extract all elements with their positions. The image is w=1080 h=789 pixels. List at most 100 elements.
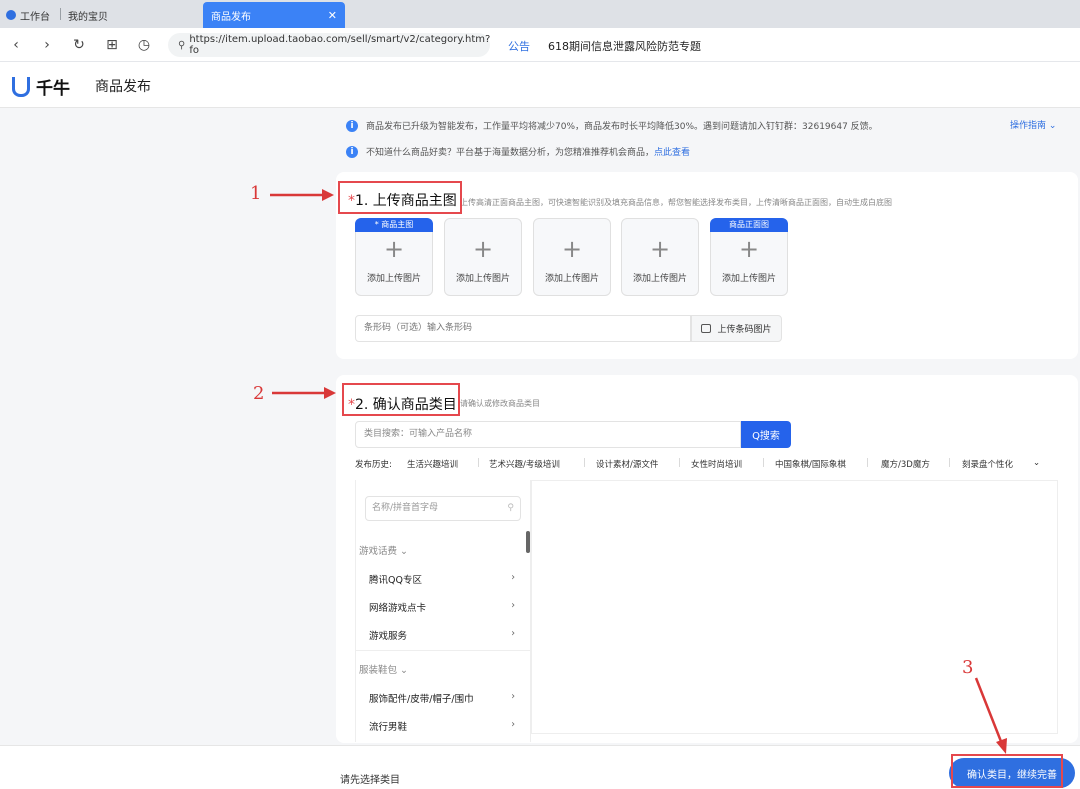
workbench-icon: [6, 10, 16, 20]
upgrade-notice-text: 商品发布已升级为智能发布，工作量平均将减少70%，商品发布时长平均降低30%。遇…: [366, 122, 878, 132]
scrollbar[interactable]: [526, 531, 530, 553]
history-divider: |: [583, 458, 586, 468]
main-image-slot[interactable]: * 商品主图 + 添加上传图片: [355, 218, 433, 296]
plus-icon: +: [561, 235, 583, 263]
category-item[interactable]: 腾讯QQ专区 ›: [369, 572, 519, 586]
browser-nav-bar: ‹ › ↻ ⊞ ◷ ⚲ https://item.upload.taobao.c…: [0, 28, 1080, 62]
group-name: 服装鞋包: [359, 665, 398, 676]
barcode-input[interactable]: 条形码（可选）输入条形码: [355, 315, 691, 342]
slot-tag: * 商品主图: [355, 218, 433, 232]
highlight-box: [951, 754, 1063, 788]
category-filter-input[interactable]: 名称/拼音首字母 ⚲: [365, 496, 521, 521]
slot-label: 添加上传图片: [721, 274, 776, 284]
logo-text: 千牛: [36, 79, 70, 99]
history-divider: |: [948, 458, 951, 468]
history-item[interactable]: 女性时尚培训: [691, 458, 742, 470]
chevron-right-icon: ›: [511, 572, 515, 583]
category-item-label: 服饰配件/皮带/帽子/围巾: [369, 694, 474, 705]
image-icon: [701, 324, 712, 333]
arrow-right-icon: [270, 189, 334, 201]
image-slot[interactable]: + 添加上传图片: [444, 218, 522, 296]
chevron-right-icon: ›: [511, 719, 515, 730]
chevron-down-icon[interactable]: ⌄: [1033, 458, 1040, 468]
category-search-input[interactable]: 类目搜索：可输入产品名称: [355, 421, 741, 448]
group-name: 游戏话费: [359, 546, 398, 557]
page-title: 商品发布: [95, 79, 151, 95]
highlight-box: [338, 181, 462, 214]
history-item[interactable]: 艺术兴趣/考级培训: [489, 458, 560, 470]
search-icon: ⚲: [507, 503, 514, 513]
address-bar[interactable]: ⚲ https://item.upload.taobao.com/sell/sm…: [168, 33, 490, 57]
history-divider: |: [678, 458, 681, 468]
filter-placeholder: 名称/拼音首字母: [372, 503, 439, 513]
chevron-right-icon: ›: [511, 628, 515, 639]
notice-topic[interactable]: 618期间信息泄露风险防范专题: [548, 38, 701, 54]
qianniu-logo[interactable]: 千牛: [12, 74, 70, 99]
highlight-box: [342, 383, 460, 416]
url-text: https://item.upload.taobao.com/sell/smar…: [189, 34, 491, 56]
view-link[interactable]: 点此查看: [654, 145, 690, 158]
step-number: 3: [962, 657, 974, 678]
info-icon: i: [346, 119, 358, 132]
category-item[interactable]: 网络游戏点卡 ›: [369, 600, 519, 614]
history-divider: |: [762, 458, 765, 468]
plus-icon: +: [383, 235, 405, 263]
category-item-label: 流行男鞋: [369, 722, 408, 733]
history-item[interactable]: 中国象棋/国际象棋: [775, 458, 846, 470]
info-icon: i: [346, 145, 358, 158]
category-item[interactable]: 流行男鞋 ›: [369, 719, 519, 733]
category-group-header[interactable]: 服装鞋包 ⌄: [359, 662, 408, 676]
guide-label: 操作指南: [1010, 121, 1047, 131]
step-number: 2: [253, 383, 265, 404]
logo-icon: [12, 76, 30, 97]
history-icon[interactable]: ◷: [135, 36, 153, 54]
tab-divider: [60, 8, 61, 20]
slot-label: 添加上传图片: [455, 274, 510, 284]
chevron-down-icon: ⌄: [400, 665, 409, 676]
notice-link[interactable]: 公告: [508, 38, 530, 54]
history-item[interactable]: 设计素材/源文件: [596, 458, 658, 470]
upload-barcode-label: 上传条码图片: [717, 325, 772, 335]
image-slot[interactable]: + 添加上传图片: [621, 218, 699, 296]
operation-guide-link[interactable]: 操作指南 ⌄: [1010, 118, 1056, 131]
search-icon: ⚲: [178, 39, 186, 51]
history-item[interactable]: 魔方/3D魔方: [881, 458, 930, 470]
tab-my-items[interactable]: 我的宝贝: [68, 2, 108, 28]
upload-barcode-button[interactable]: 上传条码图片: [691, 315, 782, 342]
category-search-button[interactable]: Q搜索: [741, 421, 791, 448]
image-slot[interactable]: + 添加上传图片: [533, 218, 611, 296]
recommend-notice-text: 不知道什么商品好卖？平台基于海量数据分析，为您精准推荐机会商品，: [366, 148, 655, 158]
history-item[interactable]: 刻录盘个性化: [962, 458, 1022, 470]
slot-label: 添加上传图片: [632, 274, 687, 284]
category-item[interactable]: 游戏服务 ›: [369, 628, 519, 642]
tab-workbench[interactable]: 工作台: [6, 2, 50, 28]
history-divider: |: [866, 458, 869, 468]
history-label: 发布历史:: [355, 460, 392, 470]
app-header: 千牛 商品发布: [0, 62, 1080, 108]
recommend-notice: i 不知道什么商品好卖？平台基于海量数据分析，为您精准推荐机会商品， 点此查看: [346, 145, 690, 158]
slot-label: 添加上传图片: [544, 274, 599, 284]
arrow-right-icon: [272, 387, 336, 399]
category-item-label: 腾讯QQ专区: [369, 575, 422, 586]
forward-icon[interactable]: ›: [38, 36, 56, 54]
category-group-header[interactable]: 游戏话费 ⌄: [359, 543, 408, 557]
back-icon[interactable]: ‹: [7, 36, 25, 54]
tab-product-publish[interactable]: 商品发布 ✕: [203, 2, 345, 28]
front-image-slot[interactable]: 商品正面图 + 添加上传图片: [710, 218, 788, 296]
tab-label: 商品发布: [211, 11, 251, 23]
new-tab-icon[interactable]: ⊞: [103, 36, 121, 54]
reload-icon[interactable]: ↻: [70, 36, 88, 54]
upgrade-notice: i 商品发布已升级为智能发布，工作量平均将减少70%，商品发布时长平均降低30%…: [346, 119, 878, 132]
section1-desc: 上传高清正面商品主图，可快速智能识别及填充商品信息，帮您智能选择发布类目，上传清…: [460, 198, 892, 207]
chevron-down-icon: ⌄: [400, 546, 409, 557]
history-item[interactable]: 生活兴趣培训: [407, 458, 458, 470]
footer-bar: 请先选择类目: [0, 745, 1080, 789]
category-item[interactable]: 服饰配件/皮带/帽子/围巾 ›: [369, 691, 519, 705]
close-icon[interactable]: ✕: [328, 9, 337, 22]
plus-icon: +: [472, 235, 494, 263]
slot-tag: 商品正面图: [710, 218, 788, 232]
category-item-label: 网络游戏点卡: [369, 603, 427, 614]
plus-icon: +: [738, 235, 760, 263]
step-number: 1: [250, 183, 262, 204]
history-divider: |: [477, 458, 480, 468]
